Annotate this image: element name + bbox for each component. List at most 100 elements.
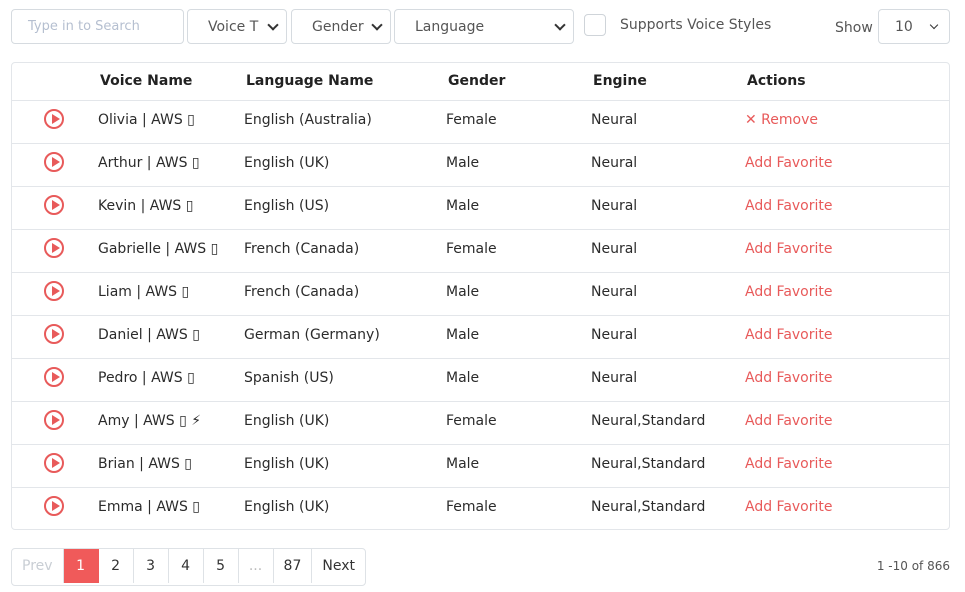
- voice-type-value: Voice T: [208, 18, 259, 35]
- gender-value: Female: [446, 241, 497, 257]
- next-page-button[interactable]: Next: [312, 549, 365, 583]
- voice-name: Kevin | AWS ▯: [98, 198, 194, 214]
- voice-name: Pedro | AWS ▯: [98, 370, 195, 386]
- language-name: German (Germany): [244, 327, 380, 343]
- gender-value: Male: [446, 198, 480, 214]
- header-actions: Actions: [747, 73, 806, 89]
- add-favorite-button[interactable]: Add Favorite: [745, 456, 833, 472]
- page-5-button[interactable]: 5: [204, 549, 239, 583]
- header-engine: Engine: [593, 73, 647, 89]
- play-icon[interactable]: [44, 195, 64, 215]
- engine-value: Neural: [591, 241, 638, 257]
- voice-name: Amy | AWS ▯ ⚡: [98, 413, 202, 429]
- language-name: Spanish (US): [244, 370, 334, 386]
- language-name: English (UK): [244, 456, 330, 472]
- add-favorite-button[interactable]: Add Favorite: [745, 241, 833, 257]
- add-favorite-button[interactable]: Add Favorite: [745, 327, 833, 343]
- gender-value: Gender: [312, 18, 364, 35]
- page-size-select[interactable]: 10: [878, 9, 950, 44]
- show-label: Show: [835, 20, 873, 36]
- play-icon[interactable]: [44, 238, 64, 258]
- gender-value: Male: [446, 327, 480, 343]
- engine-value: Neural: [591, 198, 638, 214]
- engine-value: Neural,Standard: [591, 499, 706, 515]
- page-87-button[interactable]: 87: [274, 549, 313, 583]
- add-favorite-button[interactable]: Add Favorite: [745, 370, 833, 386]
- table-row: Emma | AWS ▯ English (UK) Female Neural,Sta…: [12, 487, 949, 529]
- voice-name: Emma | AWS ▯: [98, 499, 201, 515]
- play-icon[interactable]: [44, 496, 64, 516]
- page-size-value: 10: [895, 18, 913, 35]
- voice-name: Arthur | AWS ▯: [98, 155, 200, 171]
- page-3-button[interactable]: 3: [134, 549, 169, 583]
- language-name: English (US): [244, 198, 330, 214]
- header-voice-name: Voice Name: [100, 73, 193, 89]
- play-icon[interactable]: [44, 324, 64, 344]
- pagination: Prev 1 2 3 4 5 ... 87 Next: [11, 548, 366, 586]
- language-value: Language: [415, 18, 485, 35]
- play-icon[interactable]: [44, 281, 64, 301]
- engine-value: Neural: [591, 284, 638, 300]
- language-name: English (UK): [244, 499, 330, 515]
- chevron-down-icon: [929, 20, 939, 30]
- gender-value: Male: [446, 284, 480, 300]
- gender-value: Male: [446, 155, 480, 171]
- voice-name: Daniel | AWS ▯: [98, 327, 200, 343]
- supports-voice-styles-checkbox[interactable]: [584, 14, 606, 36]
- play-icon[interactable]: [44, 453, 64, 473]
- search-input[interactable]: Type in to Search: [11, 9, 184, 44]
- table-row: Olivia | AWS ▯ English (Australia) Female N…: [12, 100, 949, 144]
- voice-name: Brian | AWS ▯: [98, 456, 193, 472]
- page-4-button[interactable]: 4: [169, 549, 204, 583]
- engine-value: Neural,Standard: [591, 413, 706, 429]
- add-favorite-button[interactable]: Add Favorite: [745, 499, 833, 515]
- chevron-down-icon: [371, 19, 383, 31]
- add-favorite-button[interactable]: Add Favorite: [745, 198, 833, 214]
- table-row: Gabrielle | AWS ▯ French (Canada) Female Ne…: [12, 229, 949, 273]
- voice-name: Gabrielle | AWS ▯: [98, 241, 219, 257]
- voice-name: Liam | AWS ▯: [98, 284, 190, 300]
- table-row: Brian | AWS ▯ English (UK) Male Neural,Stan…: [12, 444, 949, 488]
- engine-value: Neural,Standard: [591, 456, 706, 472]
- page-1-button[interactable]: 1: [63, 549, 99, 583]
- table-row: Daniel | AWS ▯ German (Germany) Male Neural…: [12, 315, 949, 359]
- play-icon[interactable]: [44, 367, 64, 387]
- header-gender: Gender: [448, 73, 506, 89]
- gender-value: Male: [446, 456, 480, 472]
- add-favorite-button[interactable]: Add Favorite: [745, 155, 833, 171]
- table-row: Arthur | AWS ▯ English (UK) Male Neural Add …: [12, 143, 949, 187]
- chevron-down-icon: [267, 19, 279, 31]
- table-row: Liam | AWS ▯ French (Canada) Male Neural Add…: [12, 272, 949, 316]
- prev-page-button[interactable]: Prev: [12, 549, 64, 583]
- add-favorite-button[interactable]: Add Favorite: [745, 284, 833, 300]
- play-icon[interactable]: [44, 109, 64, 129]
- gender-value: Female: [446, 499, 497, 515]
- gender-value: Female: [446, 413, 497, 429]
- language-name: English (Australia): [244, 112, 372, 128]
- engine-value: Neural: [591, 370, 638, 386]
- table-row: Kevin | AWS ▯ English (US) Male Neural Add F…: [12, 186, 949, 230]
- gender-value: Female: [446, 112, 497, 128]
- engine-value: Neural: [591, 327, 638, 343]
- page-2-button[interactable]: 2: [99, 549, 134, 583]
- voice-name: Olivia | AWS ▯: [98, 112, 195, 128]
- table-row: Pedro | AWS ▯ Spanish (US) Male Neural Add F…: [12, 358, 949, 402]
- table-row: Amy | AWS ▯ ⚡ English (UK) Female Neural,St…: [12, 401, 949, 445]
- gender-select[interactable]: Gender: [291, 9, 391, 44]
- supports-voice-styles-label: Supports Voice Styles: [620, 17, 772, 33]
- chevron-down-icon: [554, 19, 566, 31]
- remove-favorite-button[interactable]: ✕ Remove: [745, 112, 818, 128]
- play-icon[interactable]: [44, 410, 64, 430]
- results-range: 1 -10 of 866: [876, 559, 950, 573]
- language-name: French (Canada): [244, 284, 360, 300]
- add-favorite-button[interactable]: Add Favorite: [745, 413, 833, 429]
- header-language-name: Language Name: [246, 73, 374, 89]
- language-name: English (UK): [244, 155, 330, 171]
- play-icon[interactable]: [44, 152, 64, 172]
- table-header: Voice Name Language Name Gender Engine A…: [12, 63, 949, 101]
- engine-value: Neural: [591, 112, 638, 128]
- voice-type-select[interactable]: Voice T: [187, 9, 287, 44]
- language-select[interactable]: Language: [394, 9, 574, 44]
- gender-value: Male: [446, 370, 480, 386]
- language-name: English (UK): [244, 413, 330, 429]
